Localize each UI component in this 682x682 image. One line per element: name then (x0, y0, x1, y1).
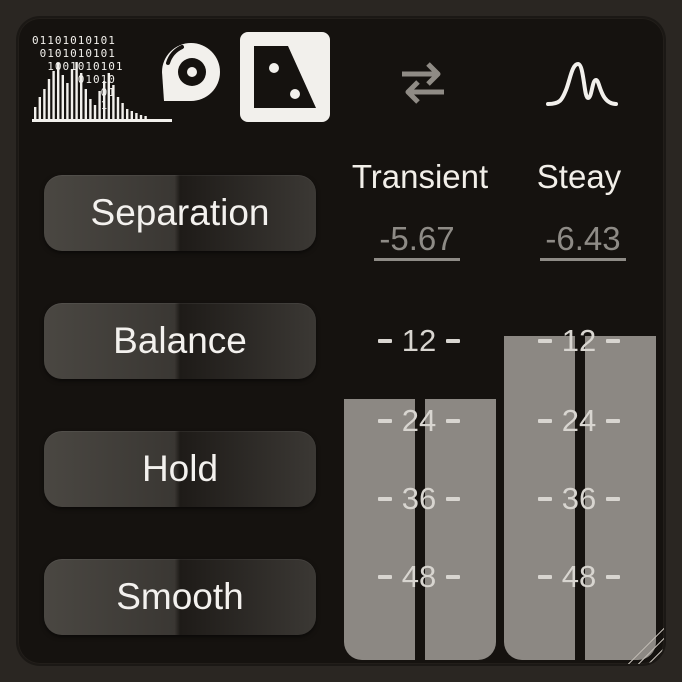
scale-tick-transient: 12 (364, 323, 474, 359)
tick-label: 12 (561, 323, 597, 358)
tick-dash (446, 497, 461, 501)
tick-dash (537, 575, 552, 579)
tick-dash (377, 339, 392, 343)
tick-dash (446, 575, 461, 579)
tick-label: 12 (401, 323, 437, 358)
tick-label: 24 (401, 403, 437, 438)
tick-dash (377, 497, 392, 501)
scale-tick-transient: 48 (364, 559, 474, 595)
tick-label: 36 (561, 481, 597, 516)
scale-tick-steady: 12 (524, 323, 634, 359)
tick-dash (537, 339, 552, 343)
scale-tick-transient: 24 (364, 403, 474, 439)
tick-label: 48 (561, 559, 597, 594)
tick-dash (606, 419, 621, 423)
scale-tick-steady: 24 (524, 403, 634, 439)
scale-tick-steady: 48 (524, 559, 634, 595)
tick-dash (537, 419, 552, 423)
tick-dash (606, 497, 621, 501)
tick-label: 24 (561, 403, 597, 438)
tick-dash (537, 497, 552, 501)
plugin-panel: 01101010101 0101010101 1001010101 01010 … (18, 18, 664, 664)
scale-tick-steady: 36 (524, 481, 634, 517)
tick-dash (446, 419, 461, 423)
scale-tick-transient: 36 (364, 481, 474, 517)
tick-dash (377, 419, 392, 423)
tick-label: 36 (401, 481, 437, 516)
tick-dash (377, 575, 392, 579)
tick-dash (606, 575, 621, 579)
tick-label: 48 (401, 559, 437, 594)
tick-dash (606, 339, 621, 343)
tick-dash (446, 339, 461, 343)
